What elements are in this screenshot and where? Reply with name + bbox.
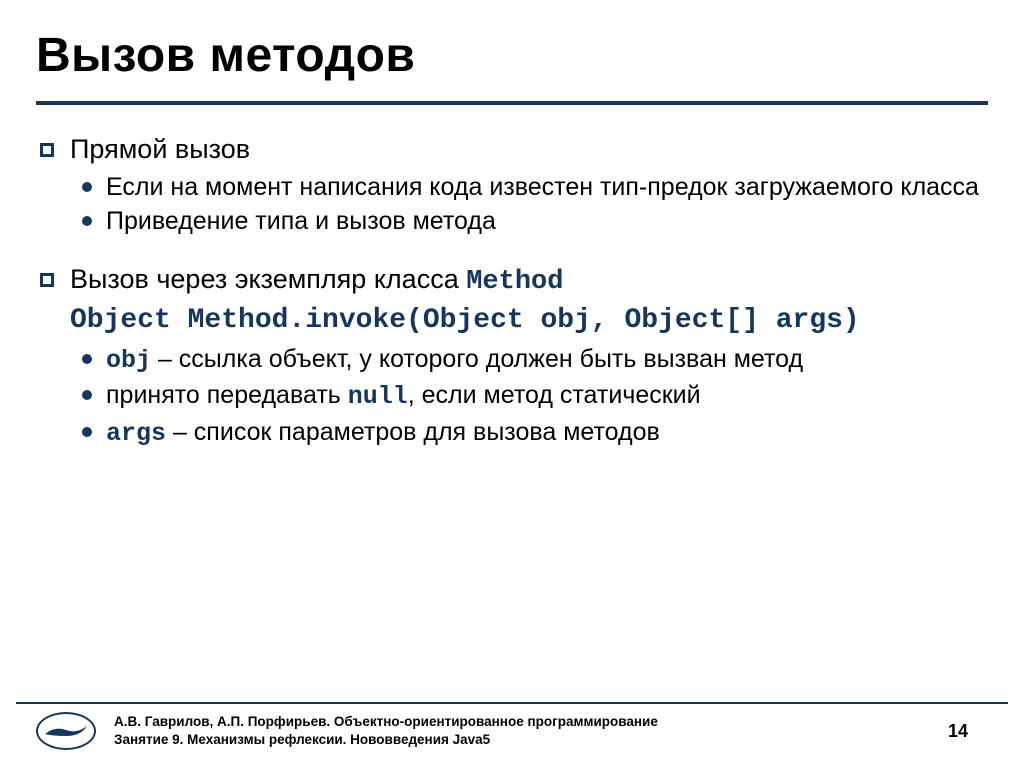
footer-text: А.В. Гаврилов, А.П. Порфирьев. Объектно-… <box>114 713 910 748</box>
text-obj-desc: – ссылка объект, у которого должен быть … <box>151 345 803 373</box>
bullet-method-instance: Вызов через экземпляр класса Method <box>36 263 988 299</box>
slide-footer: А.В. Гаврилов, А.П. Порфирьев. Объектно-… <box>0 712 1024 750</box>
footer-logo <box>36 712 96 750</box>
subbullet-null: принято передавать null, если метод стат… <box>36 380 988 413</box>
code-args: args <box>106 419 166 448</box>
code-null: null <box>348 382 408 411</box>
subbullet-cast-invoke: Приведение типа и вызов метода <box>36 206 988 237</box>
code-obj: obj <box>106 346 151 375</box>
bird-icon <box>43 720 89 742</box>
subbullet-obj: obj – ссылка объект, у которого должен б… <box>36 344 988 377</box>
code-method-class: Method <box>466 267 563 297</box>
bullet-direct-call: Прямой вызов <box>36 133 988 166</box>
footer-lesson: Занятие 9. Механизмы рефлексии. Нововвед… <box>114 731 910 749</box>
slide-body: Прямой вызов Если на момент написания ко… <box>36 133 988 449</box>
subbullet-type-known: Если на момент написания кода известен т… <box>36 172 988 203</box>
bullet-method-prefix: Вызов через экземпляр класса <box>70 264 466 294</box>
footer-authors: А.В. Гаврилов, А.П. Порфирьев. Объектно-… <box>114 713 910 731</box>
footer-divider <box>16 702 1008 704</box>
text-args-desc: – список параметров для вызова методов <box>166 418 660 446</box>
code-invoke-signature: Object Method.invoke(Object obj, Object[… <box>36 303 988 338</box>
slide-title: Вызов методов <box>36 28 988 83</box>
text-null-b: , если метод статический <box>408 381 701 409</box>
page-number: 14 <box>928 721 988 742</box>
subbullet-args: args – список параметров для вызова мето… <box>36 417 988 450</box>
text-null-a: принято передавать <box>106 381 348 409</box>
title-divider <box>36 101 988 105</box>
